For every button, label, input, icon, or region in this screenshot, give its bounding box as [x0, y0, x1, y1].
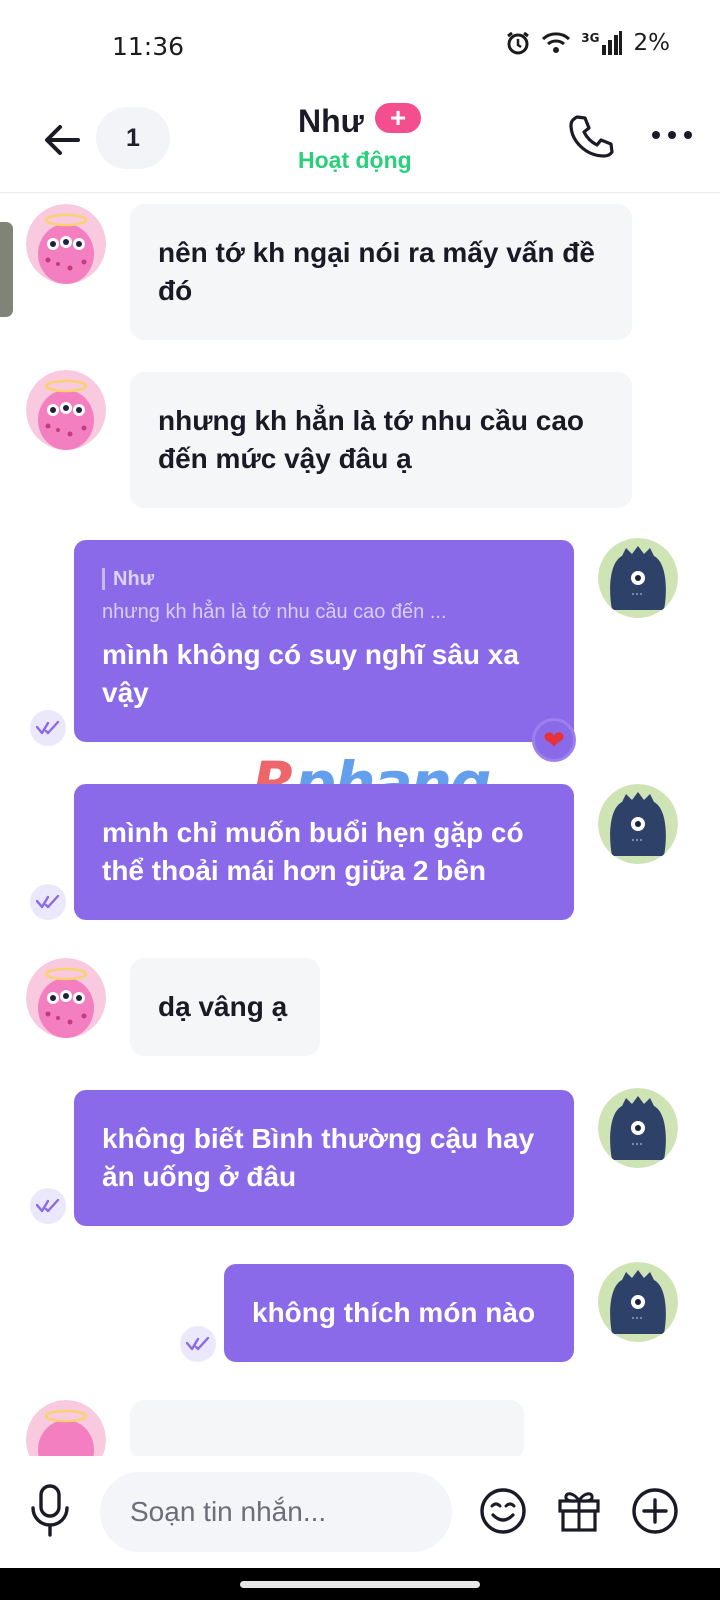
chat-header: 1 Như + Hoạt động: [0, 95, 720, 193]
seen-check-icon: [30, 710, 66, 746]
home-gesture-pill[interactable]: [240, 1581, 480, 1588]
seen-check-icon: [180, 1326, 216, 1362]
status-bar: 11:36 3G 2%: [0, 0, 720, 95]
own-avatar[interactable]: [598, 1088, 678, 1168]
seen-check-icon: [30, 884, 66, 920]
reply-quote-name: Như: [102, 568, 546, 590]
contact-avatar[interactable]: [26, 204, 106, 284]
blue-monster-avatar-icon: [598, 784, 678, 864]
message-text: mình không có suy nghĩ sâu xa vậy: [102, 639, 519, 708]
call-button[interactable]: [566, 111, 616, 161]
message-text: dạ vâng ạ: [158, 991, 288, 1022]
reply-quote[interactable]: Như nhưng kh hẳn là tớ nhu cầu cao đến .…: [102, 568, 546, 626]
blue-monster-avatar-icon: [598, 1088, 678, 1168]
message-list[interactable]: nên tớ kh ngại nói ra mấy vấn đề đó nhưn…: [0, 194, 720, 1456]
contact-avatar[interactable]: [26, 370, 106, 450]
more-dots-icon: [652, 131, 692, 139]
own-avatar[interactable]: [598, 1262, 678, 1342]
emoji-icon: [480, 1488, 526, 1534]
pink-monster-avatar-icon: [26, 204, 106, 284]
incoming-message-bubble-partial[interactable]: [130, 1400, 524, 1456]
heart-reaction[interactable]: ❤: [532, 718, 576, 762]
own-avatar[interactable]: [598, 784, 678, 864]
contact-avatar[interactable]: [26, 1400, 106, 1456]
reply-quote-text: nhưng kh hẳn là tớ nhu cầu cao đến ...: [102, 601, 447, 623]
network-type: 3G: [581, 31, 600, 45]
unread-count-badge[interactable]: 1: [96, 107, 170, 169]
status-indicators: 3G 2%: [505, 30, 670, 56]
pink-monster-avatar-icon: [26, 958, 106, 1038]
blue-monster-avatar-icon: [598, 538, 678, 618]
incoming-message-bubble[interactable]: dạ vâng ạ: [130, 958, 320, 1056]
contact-avatar[interactable]: [26, 958, 106, 1038]
own-avatar[interactable]: [598, 538, 678, 618]
status-time: 11:36: [112, 32, 185, 61]
plus-badge: +: [375, 103, 421, 133]
heart-icon: ❤: [543, 724, 565, 755]
system-navigation-bar: [0, 1568, 720, 1600]
phone-icon: [569, 115, 614, 158]
outgoing-message-bubble[interactable]: không thích món nào: [224, 1264, 574, 1362]
message-input[interactable]: [100, 1472, 452, 1552]
gift-icon: [558, 1492, 600, 1532]
incoming-message-bubble[interactable]: nên tớ kh ngại nói ra mấy vấn đề đó: [130, 204, 632, 340]
back-arrow-icon: [45, 125, 80, 155]
message-text: nhưng kh hẳn là tớ nhu cầu cao đến mức v…: [158, 405, 584, 474]
message-composer: [0, 1456, 720, 1568]
message-text: mình chỉ muốn buổi hẹn gặp có thể thoải …: [102, 817, 524, 886]
pink-monster-avatar-icon: [26, 1400, 106, 1456]
back-button[interactable]: [38, 115, 88, 165]
plus-circle-icon: [632, 1488, 678, 1534]
outgoing-message-bubble[interactable]: mình chỉ muốn buổi hẹn gặp có thể thoải …: [74, 784, 574, 920]
microphone-button[interactable]: [28, 1484, 72, 1538]
message-text: không biết Bình thường cậu hay ăn uống ở…: [102, 1123, 535, 1192]
message-text: không thích món nào: [252, 1297, 536, 1328]
battery-level: 2%: [633, 30, 671, 56]
blue-monster-avatar-icon: [598, 1262, 678, 1342]
contact-name[interactable]: Như: [298, 103, 364, 140]
outgoing-message-bubble[interactable]: Như nhưng kh hẳn là tớ nhu cầu cao đến .…: [74, 540, 574, 742]
more-options-button[interactable]: [648, 115, 696, 155]
add-attachment-button[interactable]: [630, 1486, 680, 1536]
message-text: nên tớ kh ngại nói ra mấy vấn đề đó: [158, 237, 595, 306]
outgoing-message-bubble[interactable]: không biết Bình thường cậu hay ăn uống ở…: [74, 1090, 574, 1226]
signal-icon: 3G: [581, 31, 622, 55]
unread-count: 1: [126, 123, 140, 152]
contact-status: Hoạt động: [298, 147, 412, 173]
pink-monster-avatar-icon: [26, 370, 106, 450]
gift-button[interactable]: [554, 1484, 604, 1534]
microphone-icon: [31, 1484, 69, 1537]
seen-check-icon: [30, 1188, 66, 1224]
wifi-icon: [541, 31, 571, 55]
emoji-button[interactable]: [478, 1486, 528, 1536]
incoming-message-bubble[interactable]: nhưng kh hẳn là tớ nhu cầu cao đến mức v…: [130, 372, 632, 508]
alarm-icon: [505, 30, 531, 56]
edge-handle[interactable]: [0, 222, 13, 317]
